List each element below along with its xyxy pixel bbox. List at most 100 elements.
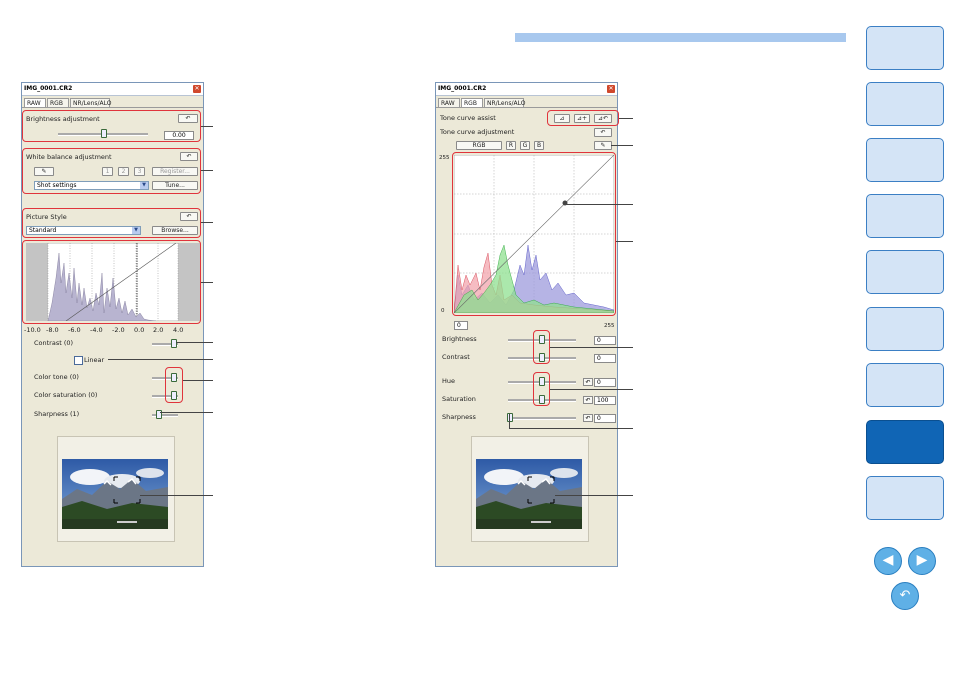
nav-tab-5[interactable] (866, 250, 944, 294)
callout-line (509, 414, 510, 428)
tone-curve-adjustment-label: Tone curve adjustment (440, 128, 515, 136)
nav-tab-9[interactable] (866, 476, 944, 520)
reset-icon: ↶ (585, 379, 591, 386)
callout-line (201, 222, 213, 223)
tab-raw[interactable]: RAW (24, 98, 46, 107)
title-bar: IMG_0001.CR2 ✕ (436, 83, 617, 96)
callout-line (509, 428, 633, 429)
thumbnail-image[interactable] (62, 459, 168, 529)
hue-reset-button[interactable]: ↶ (583, 378, 593, 386)
channel-g-button[interactable]: G (520, 141, 530, 150)
sharpness-slider-track[interactable] (508, 417, 576, 420)
input-low-field[interactable]: 0 (454, 321, 468, 330)
sharpness-slider-handle[interactable] (507, 413, 513, 422)
contrast-slider-handle[interactable] (171, 339, 177, 348)
return-icon: ↶ (899, 588, 911, 603)
tone-curve-assist-label: Tone curve assist (440, 114, 496, 122)
input-high-label: 255 (604, 323, 615, 329)
contrast-label: Contrast (0) (34, 339, 74, 347)
callout-line (183, 380, 213, 381)
nav-tab-8[interactable] (866, 420, 944, 464)
window-title: IMG_0001.CR2 (24, 85, 73, 92)
linear-label: Linear (84, 356, 105, 364)
window-title: IMG_0001.CR2 (438, 85, 487, 92)
nav-tab-3[interactable] (866, 138, 944, 182)
saturation-value-field[interactable]: 100 (594, 396, 616, 405)
reset-icon: ↶ (600, 129, 606, 136)
axis-tick: -8.0 (46, 326, 59, 334)
highlight-color-sliders (165, 367, 183, 403)
sharpness-label: Sharpness (1) (34, 410, 80, 418)
callout-line (555, 495, 633, 496)
prev-page-button[interactable]: ◀ (874, 547, 902, 575)
brightness-value-field[interactable]: 0 (594, 336, 616, 345)
tab-rgb[interactable]: RGB (47, 98, 69, 107)
hue-value-field[interactable]: 0 (594, 378, 616, 387)
highlight-brightness-contrast (533, 330, 550, 364)
eyedropper-icon: ✎ (600, 142, 606, 149)
tab-panel-divider (22, 107, 203, 108)
highlight-white-balance (22, 148, 201, 194)
curve-eyedropper-button[interactable]: ✎ (594, 141, 612, 150)
nav-tab-4[interactable] (866, 194, 944, 238)
reset-icon: ↶ (585, 415, 591, 422)
callout-line (160, 412, 213, 413)
close-icon[interactable]: ✕ (607, 85, 615, 93)
tab-raw[interactable]: RAW (438, 98, 460, 107)
saturation-label: Saturation (442, 395, 476, 403)
callout-line (176, 342, 213, 343)
contrast-label: Contrast (442, 353, 470, 361)
curve-bottom-label: 0 (441, 308, 445, 314)
axis-tick: 2.0 (153, 326, 164, 334)
callout-line (201, 282, 213, 283)
histogram-axis-labels: -10.0 -8.0 -6.0 -4.0 -2.0 0.0 2.0 4.0 (22, 326, 205, 336)
channel-b-button[interactable]: B (534, 141, 544, 150)
tab-nr-lens-alo[interactable]: NR/Lens/ALO (70, 98, 112, 107)
hue-label: Hue (442, 377, 456, 385)
curve-top-label: 255 (439, 155, 450, 161)
arrow-left-icon: ◀ (882, 552, 894, 568)
tone-curve-reset-button[interactable]: ↶ (594, 128, 612, 137)
callout-line (201, 170, 213, 171)
nav-tab-2[interactable] (866, 82, 944, 126)
callout-line (619, 118, 633, 119)
linear-checkbox[interactable] (74, 356, 83, 365)
next-page-button[interactable]: ▶ (908, 547, 936, 575)
sharpness-label: Sharpness (442, 413, 476, 421)
axis-tick: -2.0 (112, 326, 125, 334)
sharpness-value-field[interactable]: 0 (594, 414, 616, 423)
thumbnail-image[interactable] (476, 459, 582, 529)
axis-tick: 0.0 (134, 326, 145, 334)
highlight-brightness (22, 110, 201, 142)
callout-line (616, 241, 633, 242)
color-saturation-label: Color saturation (0) (34, 391, 98, 399)
header-bar (515, 33, 846, 42)
channel-rgb-button[interactable]: RGB (456, 141, 502, 150)
callout-line (108, 359, 213, 360)
saturation-reset-button[interactable]: ↶ (583, 396, 593, 404)
channel-r-button[interactable]: R (506, 141, 516, 150)
nav-tab-1[interactable] (866, 26, 944, 70)
nav-tab-6[interactable] (866, 307, 944, 351)
axis-tick: 4.0 (173, 326, 184, 334)
highlight-tone-curve-assist (547, 110, 619, 126)
callout-line (611, 145, 633, 146)
highlight-histogram (22, 240, 201, 324)
axis-tick: -4.0 (90, 326, 103, 334)
tab-nr-lens-alo[interactable]: NR/Lens/ALO (484, 98, 526, 107)
close-icon[interactable]: ✕ (193, 85, 201, 93)
callout-line (140, 495, 213, 496)
color-tone-label: Color tone (0) (34, 373, 79, 381)
tab-panel-divider (436, 107, 617, 108)
callout-line (550, 389, 633, 390)
contrast-value-field[interactable]: 0 (594, 354, 616, 363)
title-bar: IMG_0001.CR2 ✕ (22, 83, 203, 96)
nav-tab-7[interactable] (866, 363, 944, 407)
sharpness-reset-button[interactable]: ↶ (583, 414, 593, 422)
return-button[interactable]: ↶ (891, 582, 919, 610)
callout-line (550, 347, 633, 348)
axis-tick: -6.0 (68, 326, 81, 334)
brightness-label: Brightness (442, 335, 477, 343)
axis-tick: -10.0 (24, 326, 41, 334)
tab-rgb[interactable]: RGB (461, 98, 483, 107)
